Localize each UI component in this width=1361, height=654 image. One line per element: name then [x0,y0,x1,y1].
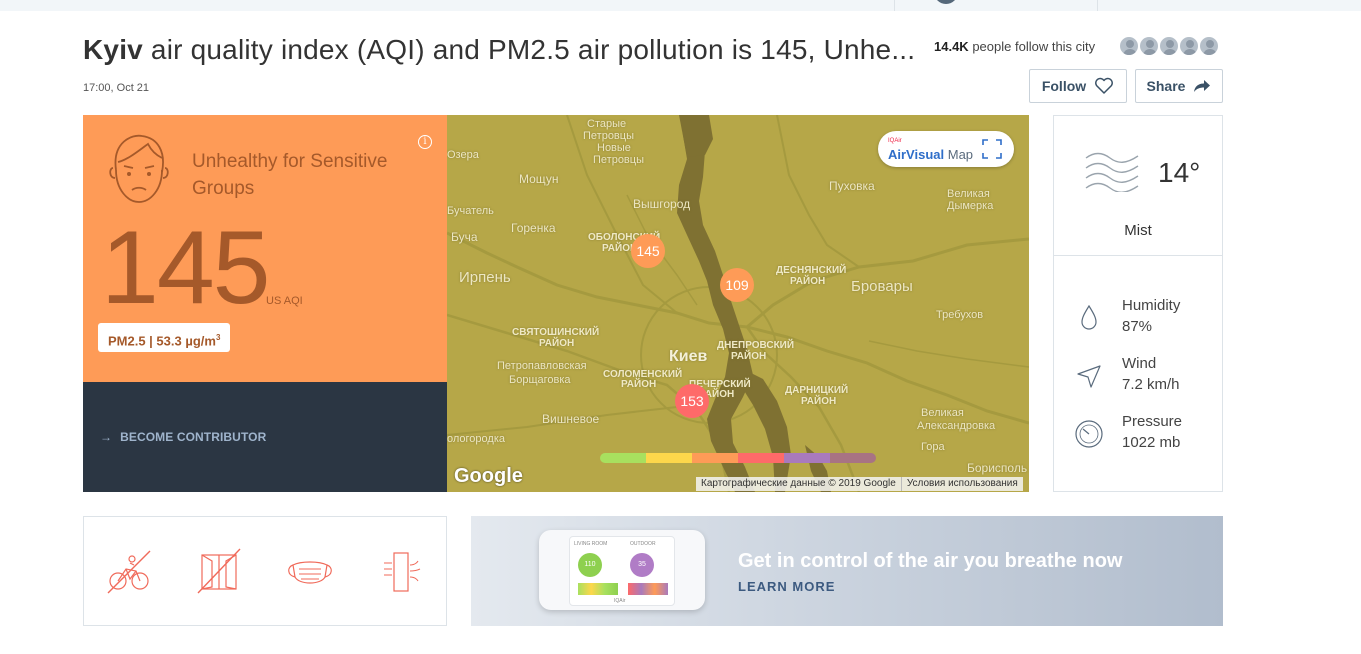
map-marker[interactable]: 153 [675,384,709,418]
promo-title: Get in control of the air you breathe no… [738,550,1123,572]
humidity-value: 87% [1122,318,1153,335]
legend-segment [738,453,784,463]
google-logo: Google [454,465,523,487]
weather-panel: 14° Mist Humidity 87% Wind 7.2 km/h Pres… [1053,115,1223,492]
avatar [1178,35,1200,57]
airvisual-brand: AirVisual Map [888,147,974,162]
follower-avatars [1118,35,1222,57]
arrow-right-icon: → [100,430,113,444]
pm25-unit-exponent: 3 [215,333,221,342]
pm25-badge: PM2.5 | 53.3 µg/m3 [98,323,231,352]
screen-label-right: OUTDOOR [630,541,656,547]
map-marker[interactable]: 109 [720,268,754,302]
follow-label: Follow [1041,78,1087,94]
iqair-logo: IQAir [888,138,902,144]
aqi-card: i Unhealthy for Sensitive Groups 145 US … [83,115,447,382]
pressure-label: Pressure [1122,413,1183,430]
avatar [1158,35,1180,57]
sad-face-icon [109,134,169,203]
wind-row: Wind 7.2 km/h [1054,355,1222,405]
map-copyright: Картографические данные © 2019 Google [701,478,896,489]
followers-info: 14.4K people follow this city [934,39,1095,54]
avatar [1138,35,1160,57]
fullscreen-icon[interactable] [982,139,1002,159]
wind-value: 7.2 km/h [1122,376,1180,393]
wind-label: Wind [1122,355,1157,372]
airvisual-map-badge[interactable]: IQAir AirVisual Map [878,131,1014,167]
pm25-value: PM2.5 | 53.3 µg/m [108,333,216,349]
close-windows-icon[interactable] [196,547,242,595]
legend-segment [692,453,738,463]
top-nav-bar [0,0,1361,11]
weather-summary: 14° Mist [1054,116,1222,256]
contributor-label: BECOME CONTRIBUTOR [120,430,267,444]
legend-segment [784,453,830,463]
temperature: 14° [1158,157,1201,188]
air-purifier-icon[interactable] [378,547,424,595]
screen-graph-left [578,583,618,595]
map-base [447,115,1029,492]
contributor-panel: → BECOME CONTRIBUTOR [83,382,447,492]
heart-icon [1095,77,1114,94]
legend-segment [830,453,876,463]
wind-icon [1077,365,1101,388]
screen-value-left: 110 [578,553,602,577]
followers-count: 14.4K [934,39,969,54]
follow-button[interactable]: Follow [1029,69,1127,103]
info-icon[interactable]: i [418,135,432,149]
map-terms-link[interactable]: Условия использования [900,477,1023,491]
humidity-label: Humidity [1122,297,1181,314]
pressure-icon [1075,420,1103,448]
air-quality-map[interactable]: Старые Петровцы Новые Петровцы Озера Мощун Выш… [447,115,1029,492]
screen-label-left: LIVING ROOM [574,541,608,547]
nav-divider [1097,0,1098,11]
share-button[interactable]: Share [1135,69,1223,103]
become-contributor-link[interactable]: → BECOME CONTRIBUTOR [100,430,266,444]
screen-graph-right [628,583,668,595]
humidity-icon [1081,304,1097,330]
nav-divider [894,0,895,11]
share-arrow-icon [1194,80,1211,92]
aqi-legend-bar [600,453,876,463]
page-title: Kyiv air quality index (AQI) and PM2.5 a… [83,34,915,66]
learn-more-link[interactable]: LEARN MORE [738,579,835,594]
legend-segment [646,453,692,463]
map-attribution: Картографические данные © 2019 Google Ус… [696,477,1023,491]
humidity-row: Humidity 87% [1054,297,1222,347]
aqi-status: Unhealthy for Sensitive Groups [192,151,388,199]
purifier-promo-banner[interactable]: LIVING ROOM OUTDOOR 110 35 IQAir Get in … [471,516,1223,626]
aqi-unit: US AQI [266,295,303,307]
mist-icon [1085,152,1139,192]
air-monitor-image: LIVING ROOM OUTDOOR 110 35 IQAir [539,530,705,610]
avatar [1118,35,1140,57]
screen-value-right: 35 [630,553,654,577]
aqi-value: 145 [101,210,271,326]
pressure-value: 1022 mb [1122,434,1181,451]
user-avatar[interactable] [934,0,958,4]
weather-condition: Mist [1124,222,1152,239]
device-brand: IQAir [614,598,626,604]
share-label: Share [1146,78,1186,94]
title-text: air quality index (AQI) and PM2.5 air po… [142,34,916,65]
city-name: Kyiv [83,34,143,65]
face-mask-icon[interactable] [287,547,333,595]
followers-text: people follow this city [972,39,1096,54]
pressure-row: Pressure 1022 mb [1054,413,1222,463]
monitor-screen: LIVING ROOM OUTDOOR 110 35 IQAir [569,536,675,606]
health-recommendations [83,516,447,626]
no-cycling-icon[interactable] [106,547,152,595]
map-marker[interactable]: 145 [631,234,665,268]
avatar [1198,35,1220,57]
last-updated: 17:00, Oct 21 [83,82,150,94]
legend-segment [600,453,646,463]
